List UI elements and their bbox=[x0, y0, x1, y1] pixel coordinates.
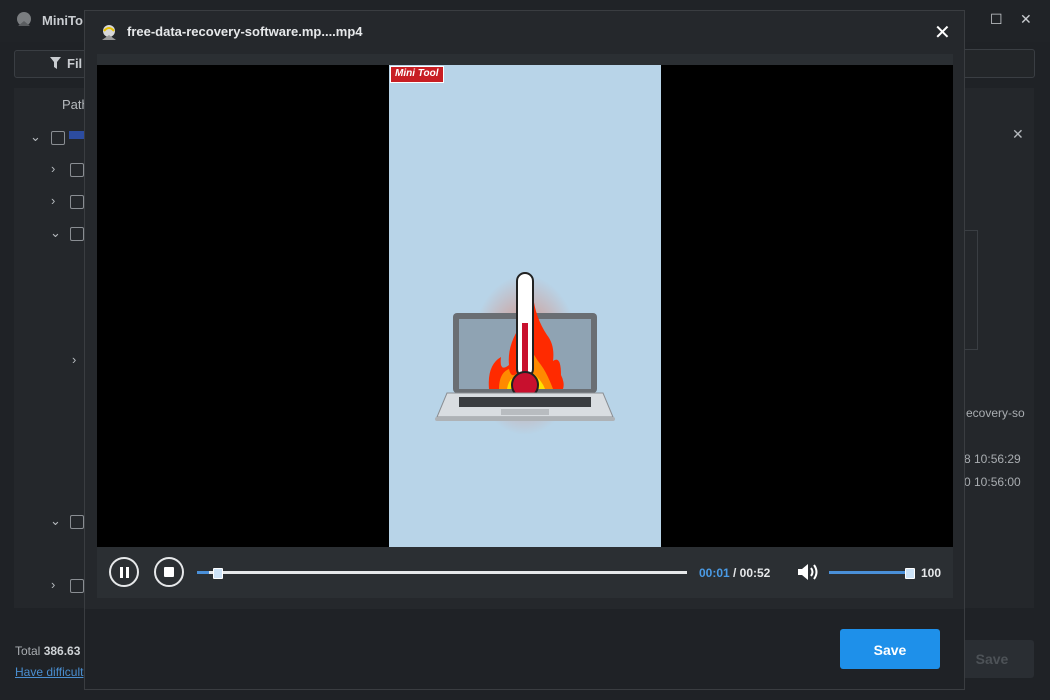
minitool-watermark: Mini Tool bbox=[390, 66, 444, 83]
filter-icon bbox=[50, 57, 61, 69]
volume-handle[interactable] bbox=[905, 568, 915, 579]
progress-fill bbox=[197, 571, 209, 574]
progress-slider[interactable] bbox=[197, 568, 687, 579]
save-button[interactable]: Save bbox=[840, 629, 940, 669]
app-logo-icon bbox=[102, 25, 116, 40]
filter-label: Fil bbox=[67, 56, 83, 71]
volume-icon[interactable] bbox=[796, 562, 820, 582]
pause-button[interactable] bbox=[109, 557, 139, 587]
total-label: Total bbox=[15, 644, 41, 658]
modified-time-text: 0 10:56:00 bbox=[964, 475, 1021, 489]
tree-checkbox[interactable] bbox=[70, 163, 84, 177]
dialog-header: free-data-recovery-software.mp....mp4 ✕ bbox=[85, 11, 964, 53]
chevron-right-icon[interactable]: › bbox=[72, 352, 76, 367]
total-size: Total 386.63 bbox=[15, 644, 80, 658]
progress-handle[interactable] bbox=[213, 568, 223, 579]
tree-checkbox[interactable] bbox=[70, 227, 84, 241]
close-preview-icon[interactable]: ✕ bbox=[1012, 126, 1024, 143]
dialog-title: free-data-recovery-software.mp....mp4 bbox=[127, 24, 363, 39]
stop-button[interactable] bbox=[154, 557, 184, 587]
overheating-laptop-illustration bbox=[435, 272, 615, 435]
chevron-down-icon[interactable]: ⌄ bbox=[50, 225, 61, 241]
video-area[interactable]: Mini Tool bbox=[97, 65, 953, 547]
close-icon[interactable]: ✕ bbox=[934, 20, 951, 45]
video-player: Mini Tool 00:01 / 00:52 100 bbox=[97, 54, 953, 598]
chevron-down-icon[interactable]: ⌄ bbox=[50, 513, 61, 529]
file-name-text: ecovery-so bbox=[966, 406, 1025, 420]
chevron-right-icon[interactable]: › bbox=[51, 577, 55, 592]
app-title: MiniTo bbox=[42, 13, 83, 28]
volume-value: 100 bbox=[921, 566, 942, 580]
tree-checkbox[interactable] bbox=[51, 131, 65, 145]
drive-icon bbox=[69, 131, 85, 139]
video-frame: Mini Tool bbox=[389, 65, 661, 547]
player-controls: 00:01 / 00:52 100 bbox=[97, 547, 953, 598]
maximize-icon[interactable]: ☐ bbox=[990, 11, 1003, 28]
chevron-right-icon[interactable]: › bbox=[51, 161, 55, 176]
tree-checkbox[interactable] bbox=[70, 195, 84, 209]
created-time-text: 8 10:56:29 bbox=[964, 452, 1021, 466]
chevron-right-icon[interactable]: › bbox=[51, 193, 55, 208]
volume-slider[interactable] bbox=[829, 568, 915, 579]
pause-icon bbox=[120, 567, 123, 578]
stop-icon bbox=[164, 567, 174, 577]
total-value: 386.63 bbox=[43, 644, 81, 658]
chevron-down-icon[interactable]: ⌄ bbox=[30, 129, 41, 145]
help-link[interactable]: Have difficult bbox=[15, 665, 83, 679]
total-time: / 00:52 bbox=[733, 566, 771, 580]
close-app-icon[interactable]: ✕ bbox=[1020, 11, 1032, 28]
dialog-footer: Save bbox=[85, 609, 964, 689]
tree-checkbox[interactable] bbox=[70, 515, 84, 529]
tree-checkbox[interactable] bbox=[70, 579, 84, 593]
preview-dialog: free-data-recovery-software.mp....mp4 ✕ … bbox=[84, 10, 965, 690]
app-logo-icon bbox=[17, 12, 31, 26]
current-time: 00:01 bbox=[699, 566, 730, 580]
